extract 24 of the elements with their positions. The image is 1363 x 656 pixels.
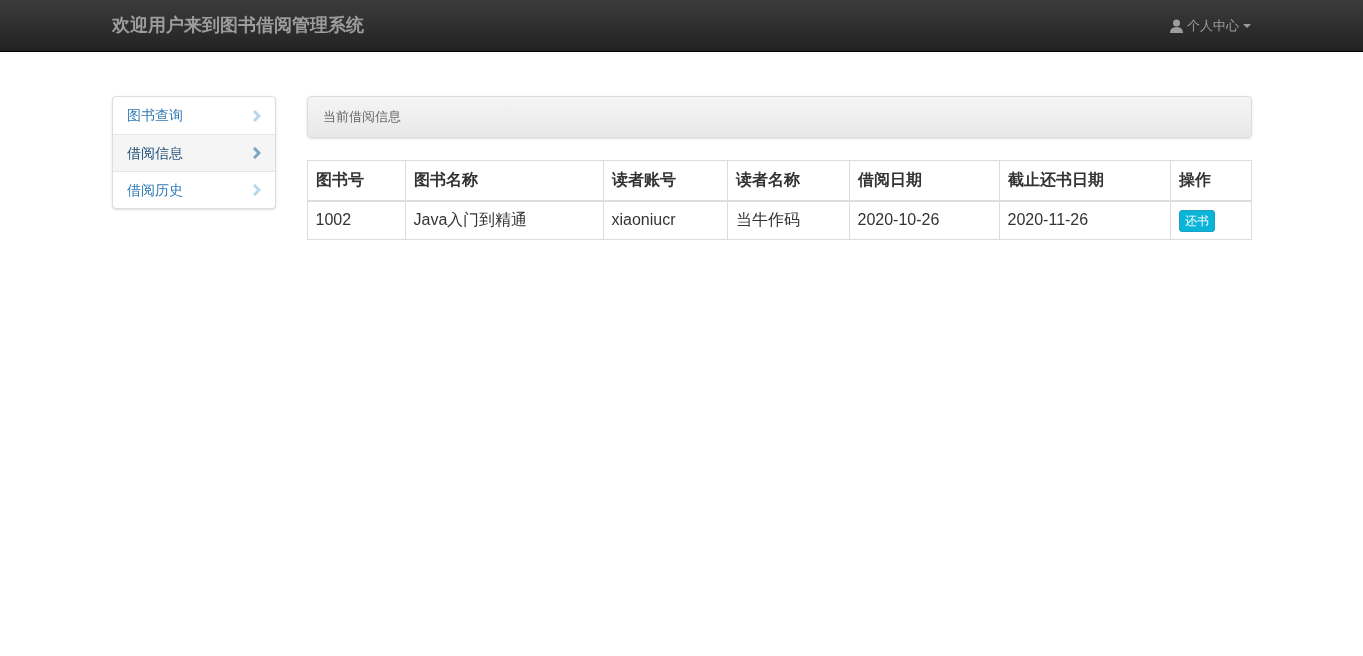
table-cell: 当牛作码 bbox=[727, 200, 849, 240]
column-header: 读者账号 bbox=[603, 160, 727, 201]
table-cell: xiaoniucr bbox=[603, 200, 727, 240]
column-header: 截止还书日期 bbox=[999, 160, 1170, 201]
sidebar-item[interactable]: 借阅信息 bbox=[112, 134, 275, 171]
table-cell: Java入门到精通 bbox=[405, 200, 603, 240]
column-header: 读者名称 bbox=[727, 160, 849, 201]
sidebar-item[interactable]: 借阅历史 bbox=[112, 171, 275, 208]
column-header: 图书名称 bbox=[405, 160, 603, 201]
user-icon bbox=[1169, 18, 1183, 33]
panel-title: 当前借阅信息 bbox=[322, 108, 401, 127]
chevron-icon bbox=[252, 184, 261, 196]
table-cell: 1002 bbox=[307, 200, 405, 240]
chevron-icon bbox=[252, 109, 261, 122]
user-menu[interactable]: 个人中心 bbox=[1169, 15, 1251, 36]
brand-title[interactable]: 欢迎用户来到图书借阅管理系统 bbox=[111, 12, 364, 39]
column-header: 操作 bbox=[1170, 160, 1251, 201]
caret-icon bbox=[1242, 23, 1251, 28]
table-cell: 2020-10-26 bbox=[849, 200, 999, 240]
chevron-icon bbox=[252, 147, 261, 159]
column-header: 图书号 bbox=[307, 160, 405, 201]
table-cell: 2020-11-26 bbox=[999, 200, 1170, 240]
sidebar-item[interactable]: 图书查询 bbox=[112, 97, 275, 134]
column-header: 借阅日期 bbox=[849, 160, 999, 201]
